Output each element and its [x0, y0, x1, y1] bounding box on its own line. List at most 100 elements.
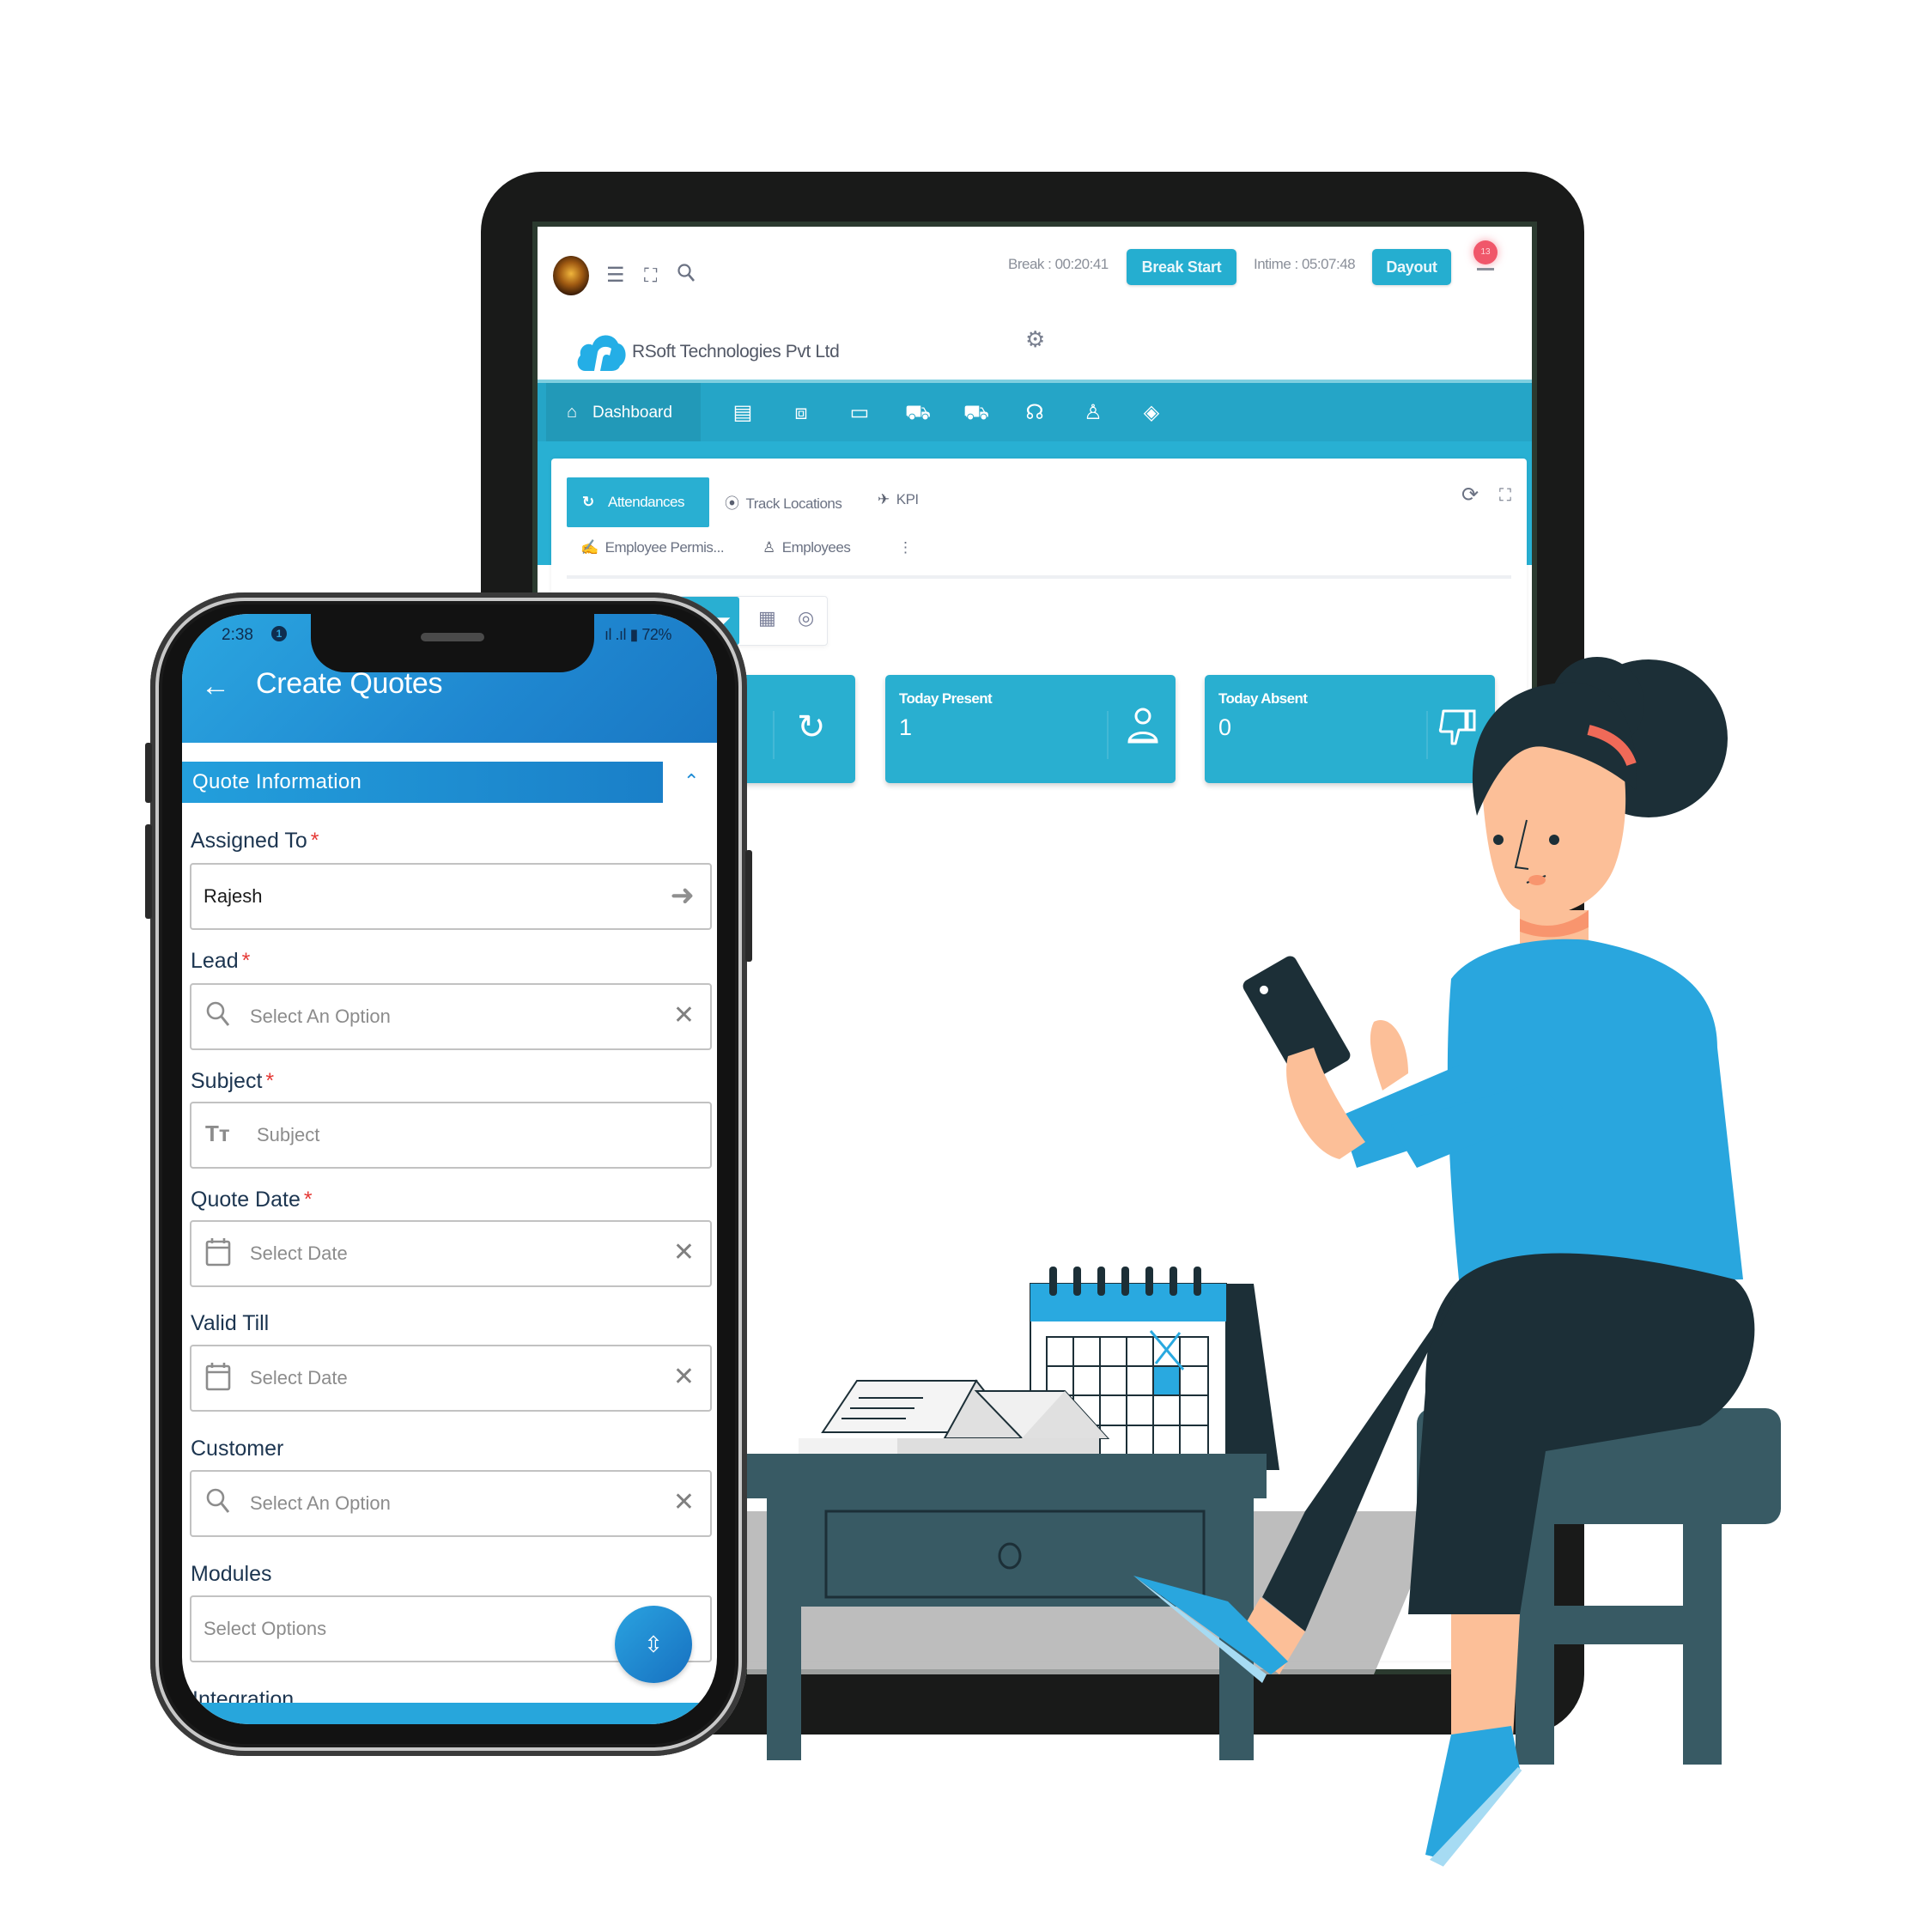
status-notification-icon: 1 [271, 626, 287, 641]
user-icon: ♙ [762, 539, 775, 556]
calendar-icon [205, 1237, 234, 1268]
ticket-icon[interactable]: ⧈ [787, 398, 816, 428]
headset-icon[interactable]: ☊ [1020, 398, 1049, 428]
tab-label: Employee Permis... [605, 539, 725, 556]
text-format-icon: Tт [205, 1121, 230, 1146]
clear-icon[interactable]: ✕ [673, 1000, 695, 1031]
avatar[interactable] [553, 256, 589, 295]
customer-select[interactable]: Select An Option ✕ [190, 1470, 712, 1537]
stat-card-today-absent[interactable]: Today Absent 0 [1205, 675, 1495, 783]
stat-separator [773, 711, 775, 759]
fullscreen-icon[interactable]: ⛶ [1499, 486, 1511, 506]
stat-separator [1426, 711, 1428, 759]
stat-title: Today Present [899, 690, 993, 707]
status-signal-battery: ıl .ıl ▮ 72% [605, 626, 671, 643]
phone-notch [311, 614, 594, 672]
valid-till-picker[interactable]: Select Date ✕ [190, 1345, 712, 1412]
section-title: Quote Information [192, 770, 362, 793]
search-icon [205, 1000, 234, 1031]
clock-refresh-icon: ↻ [582, 494, 594, 510]
stat-value: 1 [899, 714, 913, 740]
back-arrow-icon[interactable]: ← [201, 670, 230, 703]
refresh-icon[interactable]: ⟳ [1461, 483, 1479, 507]
rocket-icon: ✈ [878, 491, 890, 507]
search-icon[interactable] [677, 263, 696, 290]
lead-select[interactable]: Select An Option ✕ [190, 983, 712, 1050]
field-label-valid-till: Valid Till [191, 1311, 270, 1335]
section-header[interactable]: Quote Information [182, 762, 663, 803]
user-icon [1126, 706, 1160, 756]
folder-icon[interactable]: ▭ [845, 398, 874, 428]
modules-placeholder: Select Options [204, 1618, 327, 1639]
valid-till-placeholder: Select Date [250, 1367, 348, 1388]
subject-input[interactable]: Tт Subject [190, 1102, 712, 1169]
clear-icon[interactable]: ✕ [673, 1362, 695, 1393]
company-name: RSoft Technologies Pvt Ltd [632, 342, 840, 361]
break-timer: Break : 00:20:41 [1008, 256, 1109, 272]
field-label-modules: Modules [191, 1562, 272, 1586]
menu-icon[interactable]: ☰ [606, 263, 625, 289]
clear-icon[interactable]: ✕ [673, 1487, 695, 1518]
location-pin-icon: ⦿ [725, 495, 739, 512]
tag-icon[interactable]: ◈ [1137, 398, 1166, 428]
clear-icon[interactable]: ✕ [673, 1237, 695, 1268]
intime-timer: Intime : 05:07:48 [1254, 256, 1356, 272]
lead-placeholder: Select An Option [250, 1005, 391, 1027]
tab-kpi[interactable]: ✈ KPI [878, 491, 919, 508]
more-tabs-button[interactable]: ⋮ [898, 539, 913, 556]
tab-label: Employees [781, 539, 851, 556]
field-label-subject: Subject * [191, 1069, 275, 1093]
break-start-button[interactable]: Break Start [1127, 249, 1236, 285]
stat-title: Today Absent [1218, 690, 1308, 707]
tab-label: Track Locations [745, 495, 842, 512]
tab-label: Attendances [608, 494, 685, 510]
bottom-action-bar[interactable] [182, 1703, 717, 1724]
settings-gear-icon[interactable]: ⚙ [1025, 326, 1045, 353]
bell-icon[interactable] [1477, 268, 1494, 270]
chevron-up-icon[interactable]: ⌃ [683, 770, 699, 793]
phone-side-button [745, 850, 752, 962]
phone-device: 2:38 1 ıl .ıl ▮ 72% ← Create Quotes Quot… [145, 592, 752, 1756]
home-icon: ⌂ [567, 403, 578, 422]
fullscreen-icon[interactable]: ⛶ [644, 263, 657, 289]
stat-separator [1107, 711, 1109, 759]
tab-label: KPI [896, 491, 919, 507]
field-label-lead: Lead * [191, 949, 251, 973]
permission-icon: ✍ [580, 539, 598, 556]
tab-employee-permissions[interactable]: ✍ Employee Permis... [580, 539, 725, 556]
users-icon[interactable]: ♙ [1078, 398, 1108, 428]
assigned-to-value: Rajesh [204, 885, 263, 907]
status-time: 2:38 [222, 626, 253, 644]
tab-track-locations[interactable]: ⦿ Track Locations [725, 491, 842, 513]
document-icon[interactable]: ▤ [728, 398, 757, 428]
tab-attendances[interactable]: ↻ Attendances [567, 477, 709, 527]
tab-employees[interactable]: ♙ Employees [762, 539, 851, 556]
notification-badge[interactable]: 13 [1473, 240, 1498, 264]
clock-refresh-icon: ↻ [797, 708, 826, 746]
grid-view-icon[interactable]: ▦ [758, 607, 776, 629]
create-quote-screen: 2:38 1 ıl .ıl ▮ 72% ← Create Quotes Quot… [182, 614, 717, 1724]
fingerprint-icon[interactable]: ◎ [798, 607, 814, 629]
dayout-button[interactable]: Dayout [1372, 249, 1451, 285]
cart-add-icon[interactable]: ⛟ [962, 398, 991, 428]
arrow-right-icon[interactable]: ➜ [671, 880, 696, 911]
subject-placeholder: Subject [257, 1124, 320, 1145]
quote-date-placeholder: Select Date [250, 1242, 348, 1264]
nav-dashboard-label: Dashboard [592, 404, 672, 422]
search-icon [205, 1487, 234, 1518]
rsoft-logo-icon [577, 335, 626, 371]
stat-card-today-present[interactable]: Today Present 1 [885, 675, 1176, 783]
nav-dashboard[interactable]: ⌂ Dashboard [546, 383, 701, 441]
phone-side-button [145, 743, 152, 803]
thumbs-down-icon [1438, 706, 1478, 757]
cart-icon[interactable]: ⛟ [903, 398, 933, 428]
app-bar: 2:38 1 ıl .ıl ▮ 72% ← Create Quotes [182, 614, 717, 743]
main-nav: ⌂ Dashboard ▤ ⧈ ▭ ⛟ ⛟ ☊ ♙ ◈ [538, 380, 1532, 445]
quote-date-picker[interactable]: Select Date ✕ [190, 1220, 712, 1287]
phone-side-button [145, 824, 152, 919]
collapse-all-fab[interactable]: ⇳ [615, 1606, 692, 1683]
customer-placeholder: Select An Option [250, 1492, 391, 1514]
assigned-to-field[interactable]: Rajesh ➜ [190, 863, 712, 930]
field-label-assigned-to: Assigned To * [191, 829, 319, 853]
top-bar: ☰ ⛶ Break : 00:20:41 Break Start Intime … [538, 227, 1532, 373]
